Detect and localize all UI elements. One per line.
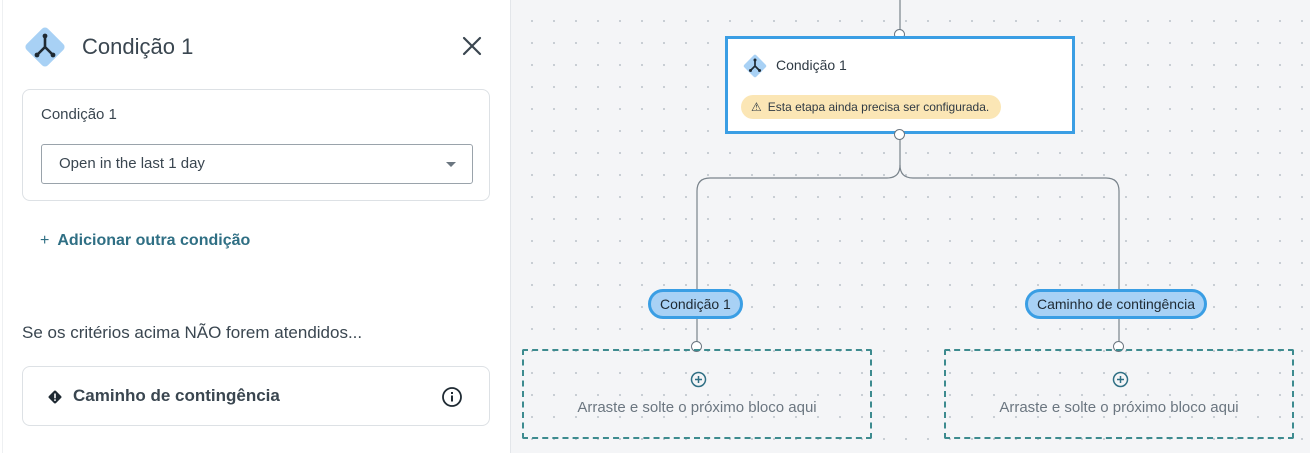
panel-title: Condição 1 [82, 34, 194, 59]
add-condition-link[interactable]: + Adicionar outra condição [40, 232, 250, 250]
add-condition-label: Adicionar outra condição [57, 232, 251, 249]
condition-card: Condição 1 Open in the last 1 day [22, 89, 490, 201]
warning-diamond-icon [48, 390, 62, 404]
branch-pill-condition[interactable]: Condição 1 [648, 289, 743, 319]
caret-down-icon [446, 162, 456, 167]
dropzone-text: Arraste e solte o próximo bloco aqui [999, 399, 1239, 416]
split-diamond-icon [25, 27, 65, 67]
condition-label: Condição 1 [41, 106, 117, 123]
add-circle-icon[interactable] [690, 371, 707, 388]
condition-node[interactable]: Condição 1 ⚠ Esta etapa ainda precisa ser… [725, 36, 1075, 134]
plus-icon: + [40, 232, 50, 249]
split-diamond-icon [743, 54, 767, 78]
warning-triangle-icon: ⚠ [751, 100, 762, 114]
fallback-card: Caminho de contingência [22, 366, 490, 426]
condition-select[interactable]: Open in the last 1 day [41, 144, 473, 184]
node-title: Condição 1 [776, 57, 847, 73]
node-output-port[interactable] [894, 129, 905, 140]
node-warning-badge: ⚠ Esta etapa ainda precisa ser configurad… [741, 95, 1002, 119]
info-icon[interactable] [441, 386, 463, 408]
close-icon[interactable] [460, 34, 484, 58]
flow-canvas[interactable]: Condição 1 ⚠ Esta etapa ainda precisa ser… [511, 0, 1310, 453]
node-warning-text: Esta etapa ainda precisa ser configurada… [767, 100, 990, 114]
branch-pill-fallback[interactable]: Caminho de contingência [1025, 289, 1207, 319]
condition-select-value: Open in the last 1 day [59, 155, 205, 172]
panel-header: Condição 1 [22, 24, 492, 70]
condition-settings-panel: Condição 1 Condição 1 Open in the last 1… [0, 0, 511, 453]
dropzone-text: Arraste e solte o próximo bloco aqui [577, 399, 817, 416]
fallback-description: Se os critérios acima NÃO forem atendido… [22, 323, 363, 342]
fallback-label: Caminho de contingência [73, 386, 280, 405]
dropzone-right[interactable]: Arraste e solte o próximo bloco aqui [944, 349, 1294, 439]
dropzone-left[interactable]: Arraste e solte o próximo bloco aqui [522, 349, 872, 439]
panel-edge [2, 0, 3, 453]
add-circle-icon[interactable] [1112, 371, 1129, 388]
